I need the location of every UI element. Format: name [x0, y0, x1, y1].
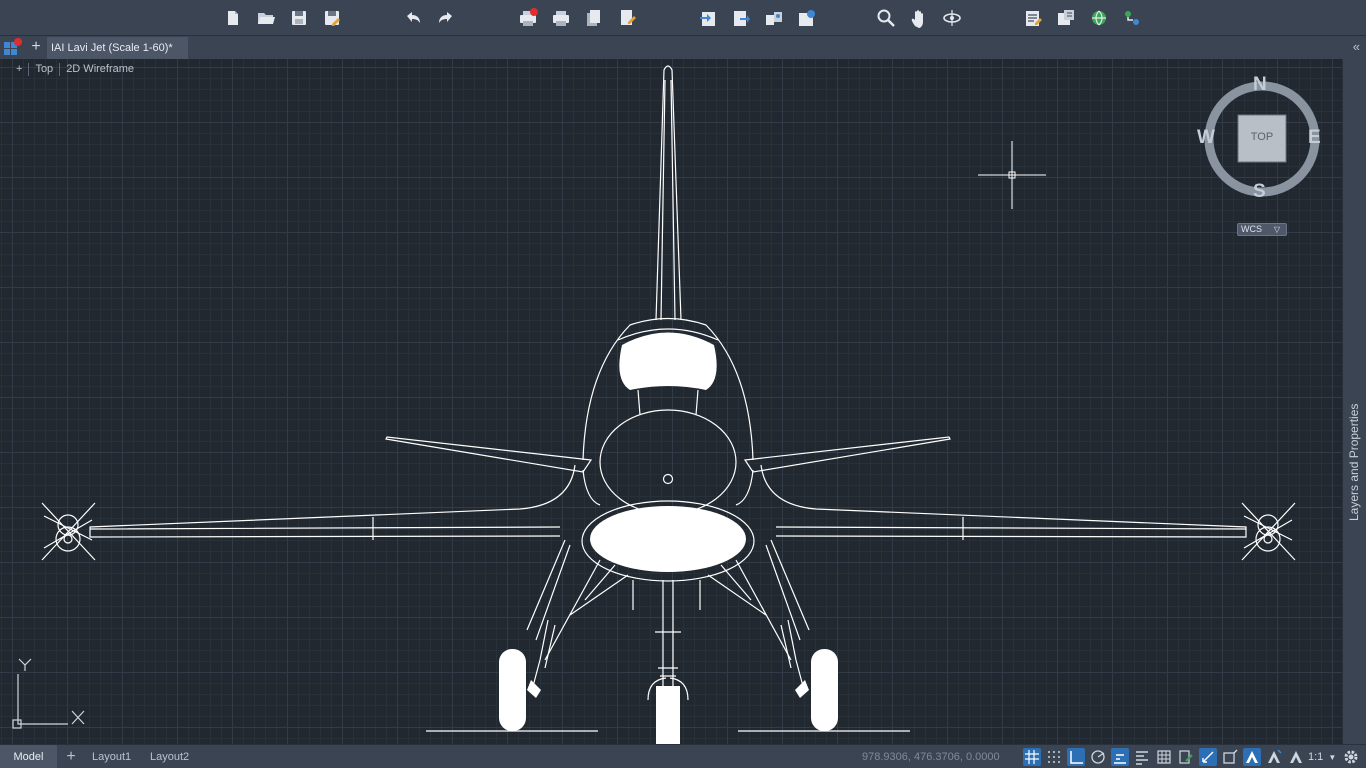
isodraft-icon[interactable] — [1111, 748, 1129, 766]
collapse-palette-button[interactable]: « — [1353, 39, 1360, 54]
lineweight-icon[interactable] — [1155, 748, 1173, 766]
share-icon[interactable] — [762, 6, 786, 30]
layers-palette-tab[interactable]: Layers and Properties — [1342, 59, 1366, 744]
print-icon[interactable] — [549, 6, 573, 30]
export-icon[interactable] — [729, 6, 753, 30]
drawing-canvas[interactable]: + Top 2D Wireframe N S E W TOP WCS ▽ — [0, 59, 1342, 744]
crosshair-cursor — [978, 141, 1046, 209]
properties-icon[interactable] — [1021, 6, 1045, 30]
annotation-scale-dropdown[interactable]: 1:1 ▼ — [1308, 745, 1336, 768]
wing-left — [89, 464, 576, 538]
transparency-icon[interactable] — [1177, 748, 1195, 766]
tab-model[interactable]: Model — [0, 745, 57, 768]
canard-right — [743, 436, 951, 473]
canopy — [619, 332, 717, 390]
ortho-icon[interactable] — [1067, 748, 1085, 766]
import-icon[interactable] — [696, 6, 720, 30]
add-layout-button[interactable]: + — [60, 745, 82, 768]
web-icon[interactable] — [1087, 6, 1111, 30]
wcs-label: WCS — [1241, 224, 1262, 234]
new-icon[interactable] — [221, 6, 245, 30]
viewcube-top-face[interactable]: TOP — [1238, 131, 1286, 143]
snap-icon[interactable] — [1045, 748, 1063, 766]
pan-icon[interactable] — [907, 6, 931, 30]
canard-left — [385, 436, 593, 473]
compass-south[interactable]: S — [1253, 181, 1266, 203]
status-bar: Model + Layout1 Layout2 978.9306, 476.37… — [0, 744, 1366, 768]
zoom-icon[interactable] — [874, 6, 898, 30]
engine-intake — [590, 506, 746, 572]
auto-scale-icon[interactable] — [1265, 748, 1283, 766]
tab-document[interactable]: IAI Lavi Jet (Scale 1-60)* — [47, 37, 188, 59]
design-center-icon[interactable] — [1054, 6, 1078, 30]
compass-north[interactable]: N — [1253, 74, 1267, 96]
chevron-down-icon: ▼ — [1328, 753, 1337, 762]
redo-icon[interactable] — [434, 6, 458, 30]
intake-ring — [599, 409, 737, 515]
cloud-icon[interactable] — [1120, 6, 1144, 30]
new-tab-button[interactable]: + — [28, 38, 44, 57]
file-tab-bar: + IAI Lavi Jet (Scale 1-60)* « — [0, 36, 1366, 59]
tab-layout2[interactable]: Layout2 — [144, 745, 195, 768]
open-icon[interactable] — [254, 6, 278, 30]
dynamic-ucs-icon[interactable] — [1221, 748, 1239, 766]
layers-palette-label: Layers and Properties — [1347, 403, 1361, 521]
viewcube[interactable]: N S E W TOP — [1196, 73, 1328, 205]
undo-icon[interactable] — [401, 6, 425, 30]
coordinate-readout[interactable]: 978.9306, 476.3706, 0.0000 — [862, 745, 1000, 768]
plot-icon[interactable] — [516, 6, 540, 30]
vertical-tail — [655, 65, 682, 321]
tab-layout1[interactable]: Layout1 — [86, 745, 137, 768]
main-wheel-right — [811, 649, 838, 731]
gear-icon[interactable] — [1342, 748, 1360, 766]
quick-access-toolbar — [0, 0, 1366, 36]
save-as-icon[interactable] — [320, 6, 344, 30]
scale-value: 1:1 — [1308, 751, 1324, 763]
page-setup-icon[interactable] — [615, 6, 639, 30]
compass-east[interactable]: E — [1308, 127, 1321, 149]
nose-wheel — [656, 686, 680, 744]
selection-cycling-icon[interactable] — [1199, 748, 1217, 766]
app-menu-icon[interactable] — [3, 38, 23, 57]
sheet-set-icon[interactable] — [795, 6, 819, 30]
wingtip-right — [1241, 502, 1296, 561]
annotation-visibility-icon[interactable] — [1243, 748, 1261, 766]
save-icon[interactable] — [287, 6, 311, 30]
polar-tracking-icon[interactable] — [1089, 748, 1107, 766]
object-snap-tracking-icon[interactable] — [1133, 748, 1151, 766]
main-wheel-left — [499, 649, 526, 731]
grid-icon[interactable] — [1023, 748, 1041, 766]
app-window: + IAI Lavi Jet (Scale 1-60)* « + Top 2D … — [0, 0, 1366, 768]
wcs-dropdown[interactable]: WCS ▽ — [1237, 223, 1287, 236]
wing-right — [760, 464, 1247, 538]
orbit-icon[interactable] — [940, 6, 964, 30]
aircraft-drawing — [41, 65, 1296, 744]
chevron-down-icon: ▽ — [1273, 225, 1280, 234]
compass-west[interactable]: W — [1197, 127, 1215, 149]
ucs-icon — [12, 658, 85, 729]
publish-icon[interactable] — [582, 6, 606, 30]
wingtip-left — [41, 502, 96, 561]
annotation-scale-icon[interactable] — [1287, 748, 1305, 766]
